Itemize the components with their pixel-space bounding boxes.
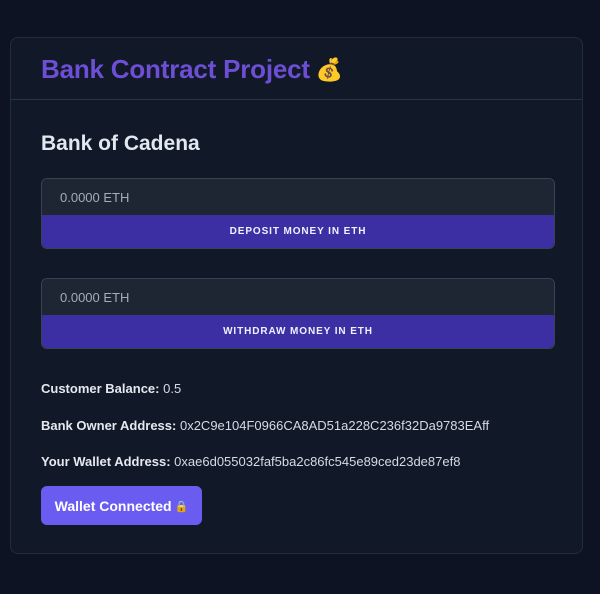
withdraw-button[interactable]: WITHDRAW MONEY IN ETH: [42, 315, 554, 348]
withdraw-amount-input[interactable]: [42, 279, 554, 315]
bank-card: Bank Contract Project💰 Bank of Cadena DE…: [10, 37, 583, 554]
wallet-address-value: 0xae6d055032faf5ba2c86fc545e89ced23de87e…: [174, 454, 461, 469]
deposit-amount-input[interactable]: [42, 179, 554, 215]
customer-balance-row: Customer Balance: 0.5: [41, 381, 181, 396]
wallet-button-label: Wallet Connected: [54, 497, 172, 514]
money-bag-icon: 💰: [315, 57, 344, 82]
withdraw-form: WITHDRAW MONEY IN ETH: [41, 278, 555, 349]
deposit-button[interactable]: DEPOSIT MONEY IN ETH: [42, 215, 554, 248]
bank-name: Bank of Cadena: [41, 132, 200, 155]
bank-owner-address-row: Bank Owner Address: 0x2C9e104F0966CA8AD5…: [41, 418, 489, 433]
bank-owner-address-label: Bank Owner Address:: [41, 418, 177, 433]
lock-icon: 🔒: [174, 500, 189, 513]
wallet-connected-button[interactable]: Wallet Connected 🔒: [41, 486, 202, 525]
customer-balance-value: 0.5: [163, 381, 182, 396]
wallet-address-label: Your Wallet Address:: [41, 454, 171, 469]
deposit-form: DEPOSIT MONEY IN ETH: [41, 178, 555, 249]
customer-balance-label: Customer Balance:: [41, 381, 160, 396]
app-title: Bank Contract Project 💰: [41, 54, 343, 85]
wallet-address-row: Your Wallet Address: 0xae6d055032faf5ba2…: [41, 454, 460, 469]
bank-owner-address-value: 0x2C9e104F0966CA8AD51a228C236f32Da9783EA…: [179, 418, 490, 433]
app-title-text: Bank Contract Project: [41, 54, 310, 84]
card-header: Bank Contract Project 💰: [11, 38, 582, 100]
